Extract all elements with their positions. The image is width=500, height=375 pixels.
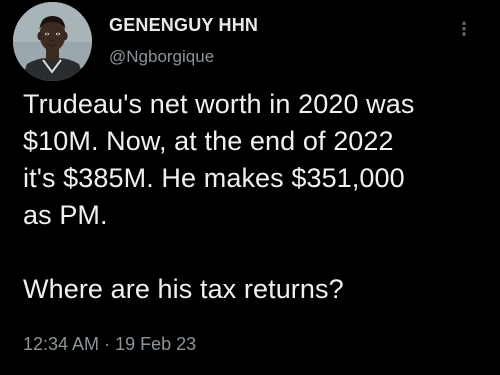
tweet-time: 12:34 AM [23, 334, 100, 354]
tweet-date: 19 Feb 23 [115, 334, 197, 354]
avatar-photo [13, 2, 92, 81]
tweet-line: Where are his tax returns? [23, 274, 344, 304]
display-name[interactable]: GENENGUY HHN [109, 15, 258, 36]
avatar[interactable] [13, 2, 92, 81]
tweet-line: as PM. [23, 200, 108, 230]
tweet-line: it's $385M. He makes $351,000 [23, 163, 405, 193]
more-vertical-icon: ⋮ [455, 19, 473, 39]
tweet-text: Trudeau's net worth in 2020 was $10M. No… [23, 86, 493, 308]
tweet-card: GENENGUY HHN @Ngborgique ⋮ Trudeau's net… [0, 0, 500, 375]
tweet-paragraph-1: Trudeau's net worth in 2020 was $10M. No… [23, 86, 493, 234]
user-handle[interactable]: @Ngborgique [109, 47, 214, 67]
tweet-line: $10M. Now, at the end of 2022 [23, 126, 394, 156]
more-options-button[interactable]: ⋮ [455, 14, 473, 44]
tweet-paragraph-2: Where are his tax returns? [23, 271, 493, 308]
tweet-line: Trudeau's net worth in 2020 was [23, 89, 415, 119]
tweet-timestamp[interactable]: 12:34 AM · 19 Feb 23 [23, 334, 196, 355]
meta-separator: · [104, 334, 111, 354]
